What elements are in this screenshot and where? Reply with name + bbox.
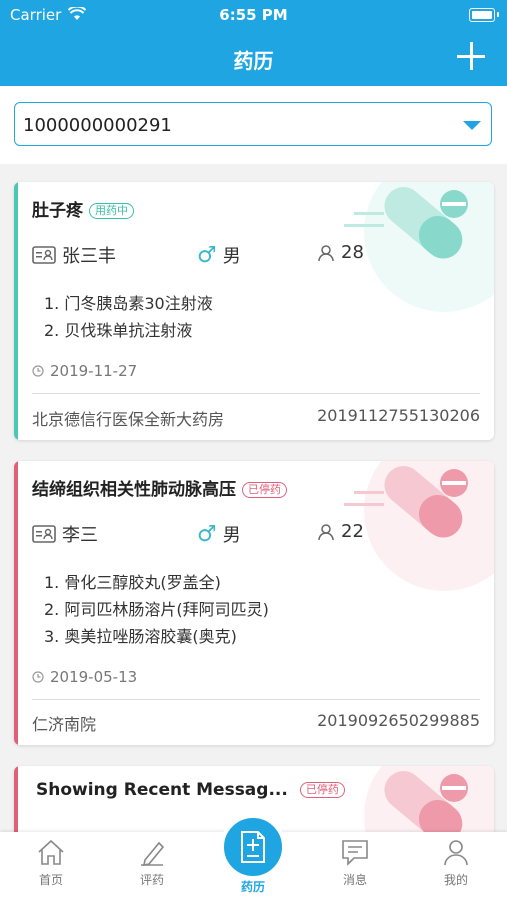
medication-history-fab[interactable] [220,814,286,880]
male-icon: ♂ [197,521,217,547]
pen-icon [141,841,165,867]
drug-list: 1. 骨化三醇胶丸(罗盖全) 2. 阿司匹林肠溶片(拜阿司匹灵) 3. 奥美拉唑… [44,569,269,650]
message-icon [342,840,368,866]
patient-name: 张三丰 [62,246,116,267]
patient-selector-area: 1000000000291 [0,86,507,164]
add-icon[interactable] [457,42,485,70]
page-title: 药历 [233,49,274,73]
patient-id-select[interactable]: 1000000000291 [14,102,492,146]
patient-gender: 男 [222,525,241,546]
patient-info-row: 张三丰 ♂ 男 28 [32,242,492,270]
patient-age: 22 [341,521,364,542]
drug-item: 3. 奥美拉唑肠溶胶囊(奥克) [44,627,237,646]
status-badge: 已停药 [299,782,345,798]
drug-list: 1. 门冬胰岛素30注射液 2. 贝伐珠单抗注射液 [44,290,213,344]
clock-icon [32,671,44,683]
nav-bar: 药历 [0,30,507,86]
clock-icon [32,365,44,377]
person-icon [318,244,334,261]
caret-down-icon [463,121,481,130]
patient-name: 李三 [62,525,98,546]
male-icon: ♂ [197,242,217,268]
tab-messages[interactable]: 消息 [320,838,390,888]
pharmacy-name: 北京德信行医保全新大药房 [32,410,225,429]
battery-icon [469,8,495,22]
record-date: 2019-05-13 [32,668,137,686]
medication-record-card[interactable]: 结缔组织相关性肺动脉高压 已停药 李三 ♂ 男 22 1. 骨化三醇胶丸(罗盖全)… [14,461,494,745]
drug-item: 1. 门冬胰岛素30注射液 [44,294,213,313]
drug-item: 1. 骨化三醇胶丸(罗盖全) [44,573,221,592]
record-date: 2019-11-27 [32,362,137,380]
diagnosis-title: 肚子疼 用药中 [32,196,134,221]
user-icon [444,840,468,866]
patient-id-value: 1000000000291 [23,115,172,136]
status-badge: 用药中 [89,203,134,219]
id-card-icon [32,246,56,264]
diagnosis-title: Showing Recent Messag... 已停药 [36,780,345,800]
document-icon [241,831,265,863]
home-icon [38,839,64,865]
card-accent-bar [14,182,18,440]
tab-home[interactable]: 首页 [16,838,86,888]
card-accent-bar [14,461,18,745]
tab-mine[interactable]: 我的 [421,838,491,888]
clock: 6:55 PM [219,6,288,24]
id-card-icon [32,525,56,543]
drug-item: 2. 阿司匹林肠溶片(拜阿司匹灵) [44,600,269,619]
diagnosis-title: 结缔组织相关性肺动脉高压 已停药 [32,475,287,500]
prescription-code: 2019092650299885 [317,711,480,730]
tab-review[interactable]: 评药 [117,838,187,888]
person-icon [318,523,334,540]
patient-age: 28 [341,242,364,263]
status-bar: Carrier 6:55 PM [0,0,507,30]
drug-item: 2. 贝伐珠单抗注射液 [44,321,193,340]
medication-record-card[interactable]: 肚子疼 用药中 张三丰 ♂ 男 28 1. 门冬胰岛素30注射液 2. 贝伐珠单抗… [14,182,494,440]
patient-gender: 男 [222,246,241,267]
patient-info-row: 李三 ♂ 男 22 [32,521,492,549]
pharmacy-name: 仁济南院 [32,715,97,734]
prescription-code: 2019112755130206 [317,406,480,425]
status-badge: 已停药 [242,482,287,498]
